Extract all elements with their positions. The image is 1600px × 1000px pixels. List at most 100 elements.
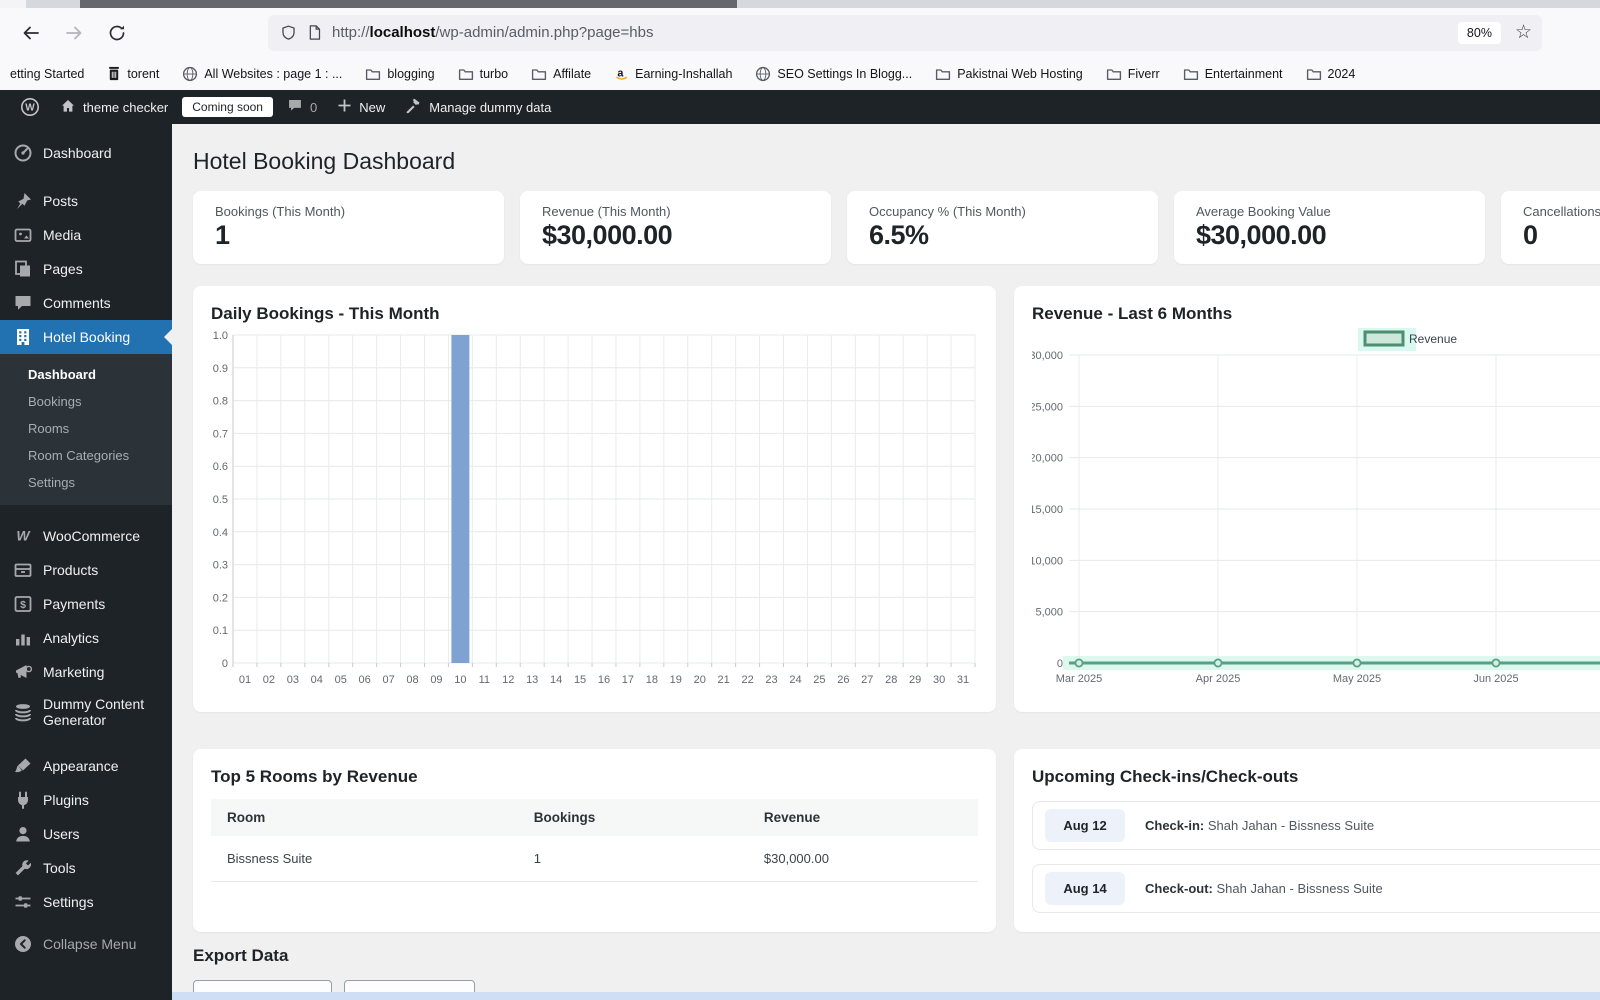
upcoming-text: Check-in: Shah Jahan - Bissness Suite <box>1145 818 1375 833</box>
revenue-chart: 30,000 25,000 20,000 15,000 10,000 5,000 0 Mar … <box>1032 328 1600 685</box>
bookmark-label: Affilate <box>553 66 592 81</box>
svg-text:0: 0 <box>1057 658 1063 670</box>
bookmark-turbo[interactable]: turbo <box>452 64 515 84</box>
bookmark-label: Entertainment <box>1204 66 1283 81</box>
daily-bookings-chart: 1.0 0.9 0.8 0.7 0.6 0.5 0.4 0.3 0.2 0.1 0 01 02 03 04 0… <box>213 330 976 686</box>
sidebar-item-label: Plugins <box>43 792 89 808</box>
sidebar-item-plugins[interactable]: Plugins <box>0 783 172 817</box>
page-info-icon[interactable] <box>307 24 322 41</box>
sidebar-item-label: Payments <box>43 596 106 612</box>
tab-strip-corner <box>0 0 26 8</box>
submenu-item-dashboard[interactable]: Dashboard <box>0 361 172 388</box>
sidebar-item-comments[interactable]: Comments <box>0 286 172 320</box>
globe-icon <box>182 66 198 82</box>
comments-item[interactable]: 0 <box>277 90 327 124</box>
browser-toolbar: http://localhost/wp-admin/admin.php?page… <box>0 8 1600 57</box>
site-name-item[interactable]: theme checker <box>50 90 178 124</box>
stat-label: Cancellations <box>1523 204 1600 219</box>
sidebar-item-appearance[interactable]: Appearance <box>0 749 172 783</box>
sidebar-item-label: Tools <box>43 860 76 876</box>
coming-soon-badge[interactable]: Coming soon <box>182 97 273 117</box>
bookmark-pakistnai-web-hosting[interactable]: Pakistnai Web Hosting <box>929 64 1089 84</box>
upcoming-card: Upcoming Check-ins/Check-outs Aug 12 Chec… <box>1014 749 1600 932</box>
svg-text:16: 16 <box>598 674 610 686</box>
stat-value: 0 <box>1523 220 1538 250</box>
submenu-item-rooms[interactable]: Rooms <box>0 415 172 442</box>
submenu-item-bookings[interactable]: Bookings <box>0 388 172 415</box>
sidebar-item-payments[interactable]: $ Payments <box>0 587 172 621</box>
svg-text:May 2025: May 2025 <box>1333 673 1381 685</box>
bookmark-earning-inshallah[interactable]: a Earning-Inshallah <box>608 63 738 85</box>
stat-label: Occupancy % (This Month) <box>869 204 1026 219</box>
sidebar-item-woocommerce[interactable]: W WooCommerce <box>0 519 172 553</box>
shield-icon[interactable] <box>280 24 297 42</box>
svg-text:Apr 2025: Apr 2025 <box>1196 673 1241 685</box>
wp-logo-icon[interactable]: W <box>10 90 50 124</box>
bookmark-entertainment[interactable]: Entertainment <box>1177 64 1289 84</box>
page-title: Hotel Booking Dashboard <box>193 148 456 174</box>
bookmark-label: turbo <box>479 66 509 81</box>
stat-cards-row: Bookings (This Month) 1 Revenue (This Mont… <box>193 191 1600 264</box>
bookmark-seo-settings-in-blogg[interactable]: SEO Settings In Blogg... <box>749 63 918 85</box>
new-content-item[interactable]: New <box>327 90 395 124</box>
svg-text:02: 02 <box>263 674 275 686</box>
svg-text:0.3: 0.3 <box>213 560 228 572</box>
stat-card-revenue-this-month: Revenue (This Month) $30,000.00 <box>520 191 831 264</box>
folder-icon <box>458 67 474 81</box>
sidebar-item-pages[interactable]: Pages <box>0 252 172 286</box>
table-cell: Bissness Suite <box>211 836 518 882</box>
url-bar[interactable]: http://localhost/wp-admin/admin.php?page… <box>268 14 1542 51</box>
bookmark-all-websites-page-1[interactable]: All Websites : page 1 : ... <box>176 63 348 85</box>
sidebar-item-label: Marketing <box>43 664 105 680</box>
svg-text:25: 25 <box>813 674 825 686</box>
bookmark-torent[interactable]: torent <box>101 63 165 84</box>
content-area: Hotel Booking Dashboard Bookings (This M… <box>172 124 1600 1000</box>
svg-text:30: 30 <box>933 674 945 686</box>
sidebar-item-products[interactable]: Products <box>0 553 172 587</box>
svg-text:28: 28 <box>885 674 897 686</box>
zoom-level-badge[interactable]: 80% <box>1457 21 1501 44</box>
sidebar-item-media[interactable]: Media <box>0 218 172 252</box>
bookmark-label: SEO Settings In Blogg... <box>777 66 913 81</box>
submenu-item-room-categories[interactable]: Room Categories <box>0 442 172 469</box>
sidebar-item-dummy-content-generator[interactable]: Dummy Content Generator <box>0 689 172 735</box>
sidebar-item-dashboard[interactable]: Dashboard <box>0 136 172 170</box>
box-icon <box>13 560 33 580</box>
bookmark-2024[interactable]: 2024 <box>1300 64 1362 84</box>
svg-text:25,000: 25,000 <box>1032 401 1063 413</box>
hammer-icon <box>405 97 422 117</box>
bookmark-affilate[interactable]: Affilate <box>525 64 597 84</box>
svg-text:29: 29 <box>909 674 921 686</box>
sidebar-item-users[interactable]: Users <box>0 817 172 851</box>
reload-icon[interactable] <box>100 16 134 50</box>
sidebar-item-hotel-booking[interactable]: Hotel Booking <box>0 320 172 354</box>
sidebar-item-marketing[interactable]: Marketing <box>0 655 172 689</box>
svg-text:0.7: 0.7 <box>213 428 228 440</box>
submenu-item-settings[interactable]: Settings <box>0 469 172 496</box>
manage-dummy-data-item[interactable]: Manage dummy data <box>395 90 561 124</box>
column-header-revenue: Revenue <box>747 799 978 836</box>
sidebar-item-analytics[interactable]: Analytics <box>0 621 172 655</box>
horizontal-scrollbar[interactable] <box>172 992 1600 1000</box>
svg-text:24: 24 <box>789 674 801 686</box>
wrench-icon <box>13 858 33 878</box>
sidebar-item-settings[interactable]: Settings <box>0 885 172 919</box>
sidebar-item-posts[interactable]: Posts <box>0 184 172 218</box>
daily-bookings-card: Daily Bookings - This Month 1.0 0.9 0.8 0.7… <box>193 286 996 712</box>
sidebar-item-label: Posts <box>43 193 79 209</box>
bookmark-fiverr[interactable]: Fiverr <box>1100 64 1166 84</box>
sidebar-item-tools[interactable]: Tools <box>0 851 172 885</box>
svg-text:0: 0 <box>222 658 228 670</box>
bookmark-star-icon[interactable]: ☆ <box>1515 23 1532 42</box>
sidebar-item-collapse-menu[interactable]: Collapse Menu <box>0 927 172 961</box>
date-badge: Aug 14 <box>1045 872 1125 905</box>
back-icon[interactable] <box>14 16 48 50</box>
svg-text:Mar 2025: Mar 2025 <box>1056 673 1102 685</box>
bookmark-blogging[interactable]: blogging <box>359 64 440 84</box>
forward-icon[interactable] <box>57 16 91 50</box>
amazon-icon: a <box>614 66 629 82</box>
bookmark-etting-started[interactable]: etting Started <box>4 64 90 84</box>
column-header-bookings: Bookings <box>517 799 748 836</box>
svg-text:10,000: 10,000 <box>1032 555 1063 567</box>
building-icon <box>13 327 33 347</box>
